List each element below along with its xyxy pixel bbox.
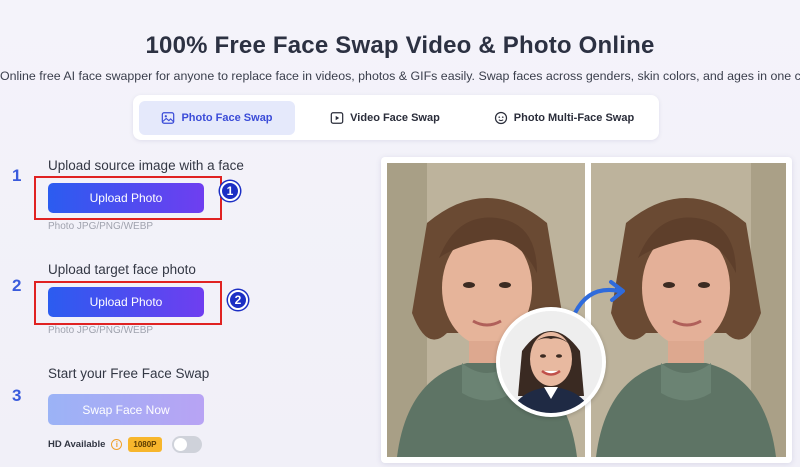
tab-photo-face-swap[interactable]: Photo Face Swap xyxy=(139,100,295,135)
hd-option-row: HD Available i 1080P xyxy=(48,436,202,453)
upload-source-photo-button[interactable]: Upload Photo xyxy=(48,183,204,213)
tab-label: Video Face Swap xyxy=(350,111,440,124)
step-badge-1: 1 xyxy=(220,181,240,201)
hd-toggle[interactable] xyxy=(171,436,202,453)
step-badge-2: 2 xyxy=(228,290,248,310)
page-title: 100% Free Face Swap Video & Photo Online xyxy=(145,32,655,59)
multi-face-icon xyxy=(494,111,507,124)
video-play-icon xyxy=(330,111,344,124)
step-3-number: 3 xyxy=(12,386,22,405)
mode-tabs: Photo Face Swap Video Face Swap Photo Mu… xyxy=(133,95,659,140)
toggle-knob xyxy=(173,438,187,451)
tab-video-face-swap[interactable]: Video Face Swap xyxy=(295,101,475,135)
tab-photo-multi-face-swap[interactable]: Photo Multi-Face Swap xyxy=(475,101,653,135)
hd-available-label: HD Available xyxy=(48,439,106,450)
page-subtitle: Online free AI face swapper for anyone t… xyxy=(0,69,800,83)
tab-label: Photo Face Swap xyxy=(181,111,273,124)
step-3-title: Start your Free Face Swap xyxy=(48,366,210,381)
swap-face-now-button[interactable]: Swap Face Now xyxy=(48,394,204,425)
resolution-badge: 1080P xyxy=(128,437,162,452)
target-face-thumbnail xyxy=(496,307,606,417)
step-1-title: Upload source image with a face xyxy=(48,158,244,173)
swap-arrow-icon xyxy=(573,280,625,315)
tab-label: Photo Multi-Face Swap xyxy=(513,111,635,124)
step-2-number: 2 xyxy=(12,276,22,295)
step-1-number: 1 xyxy=(12,166,22,185)
info-icon[interactable]: i xyxy=(111,439,123,450)
format-hint-2: Photo JPG/PNG/WEBP xyxy=(48,325,154,336)
upload-target-photo-button[interactable]: Upload Photo xyxy=(48,287,204,317)
format-hint-1: Photo JPG/PNG/WEBP xyxy=(48,221,154,232)
face-swap-preview xyxy=(381,157,792,463)
step-2-title: Upload target face photo xyxy=(48,262,196,277)
image-icon xyxy=(162,111,175,124)
